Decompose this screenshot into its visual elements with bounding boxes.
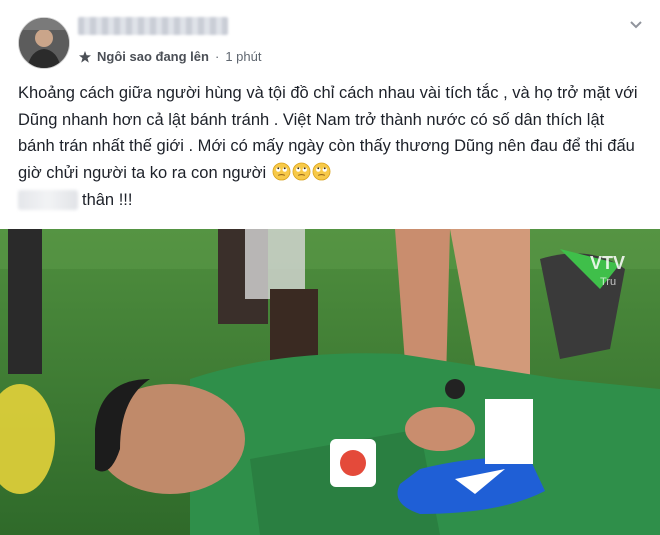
post-timestamp[interactable]: 1 phút: [225, 49, 261, 64]
post-body-line2-text: thân !!!: [82, 190, 133, 209]
chevron-down-icon[interactable]: [628, 16, 644, 32]
facebook-post: Ngôi sao đang lên · 1 phút Khoảng cách g…: [0, 0, 660, 535]
meta-separator: ·: [214, 49, 220, 64]
author-status-badge[interactable]: Ngôi sao đang lên: [97, 49, 209, 64]
author-avatar[interactable]: [18, 17, 70, 69]
eye-roll-emoji: [272, 162, 291, 180]
eye-roll-emoji: [312, 162, 331, 180]
blurred-word: [18, 190, 78, 210]
author-name-blurred[interactable]: [78, 17, 228, 35]
rising-star-icon: [79, 50, 91, 63]
post-body-line2: thân !!!: [18, 190, 132, 210]
eye-roll-emoji: [292, 162, 311, 180]
broadcaster-logo-subtext: Tru: [600, 276, 616, 288]
post-photo[interactable]: VTV Tru: [0, 229, 660, 535]
broadcaster-logo-text: VTV: [590, 253, 625, 273]
post-meta: Ngôi sao đang lên · 1 phút: [78, 49, 261, 64]
post-body: Khoảng cách giữa người hùng và tội đồ ch…: [18, 80, 638, 186]
